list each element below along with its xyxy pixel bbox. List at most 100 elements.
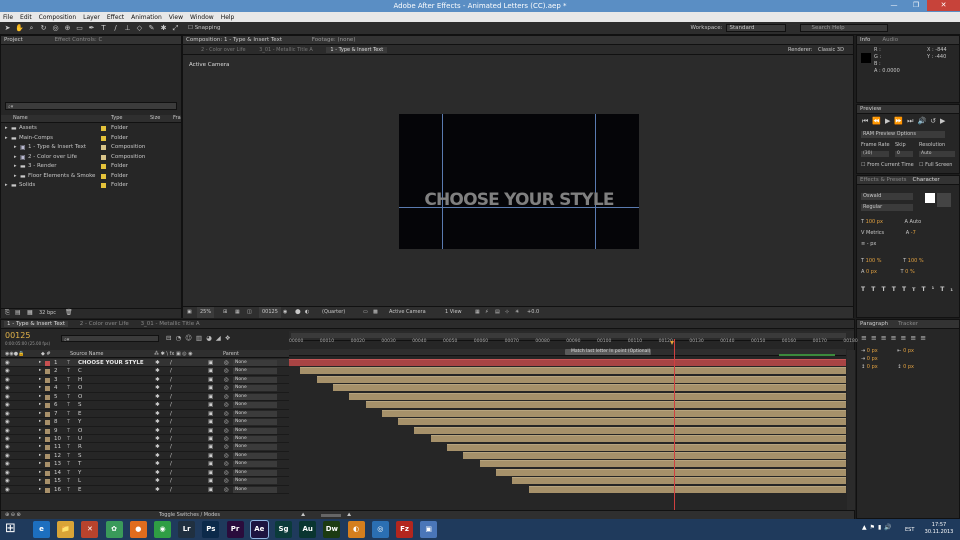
layer-duration-bar[interactable] <box>495 468 846 476</box>
layer-label-color[interactable] <box>45 411 50 417</box>
layer-row[interactable]: ◉ ▸ 15 T L ✱ / ▣ ◎ None <box>1 477 289 486</box>
tools-icon[interactable]: ✕ <box>81 521 99 538</box>
zoom-tool-icon[interactable]: ⌕ <box>27 24 36 33</box>
layer-duration-bar[interactable] <box>463 451 846 459</box>
twirl-icon[interactable]: ▸ <box>39 460 41 468</box>
layer-row[interactable]: ◉ ▸ 4 T O ✱ / ▣ ◎ None <box>1 384 289 393</box>
quality-icon[interactable]: / <box>170 418 172 426</box>
collapse-icon[interactable]: ✱ <box>155 460 160 468</box>
pick-whip-icon[interactable]: ◎ <box>224 418 229 426</box>
timeline-tab-type-insert[interactable]: 1 - Type & Insert Text <box>4 321 69 327</box>
snapshot-icon[interactable]: ◫ <box>247 307 252 318</box>
space-before-value[interactable]: 0 px <box>867 364 878 370</box>
motion-blur-icon[interactable]: ◕ <box>206 334 216 342</box>
layer-duration-bar[interactable] <box>398 418 846 426</box>
layer-duration-bar[interactable] <box>479 460 846 468</box>
column-size[interactable]: Size <box>150 115 160 121</box>
exposure-value[interactable]: +0.0 <box>527 307 539 318</box>
3d-layer-icon[interactable]: ▣ <box>208 384 213 392</box>
quality-icon[interactable]: / <box>170 367 172 375</box>
bold-button[interactable]: T <box>861 286 871 293</box>
pen-tool-icon[interactable]: ✒ <box>87 24 96 33</box>
twirl-icon[interactable]: ▸ <box>39 435 41 443</box>
twirl-icon[interactable]: ▸ <box>39 384 41 392</box>
quality-icon[interactable]: / <box>170 477 172 485</box>
visibility-icon[interactable]: ◉ <box>5 384 10 392</box>
project-item[interactable]: ▸ ▬ Solids Folder <box>1 181 181 191</box>
superscript-button[interactable]: T¹ <box>922 286 941 293</box>
frame-rate-select[interactable]: (30) <box>861 151 889 157</box>
label-color[interactable] <box>101 135 106 141</box>
timeline-search-input[interactable]: ⌕▾ <box>61 335 159 343</box>
parent-select[interactable]: None <box>233 427 277 434</box>
vertical-scale-value[interactable]: 100 % <box>866 258 882 264</box>
chrome-icon[interactable]: ◉ <box>154 521 171 538</box>
camera-tool-icon[interactable]: ◎ <box>51 24 60 33</box>
parent-select[interactable]: None <box>233 435 277 442</box>
flowchart-icon[interactable]: ⊹ <box>505 307 509 318</box>
volume-icon[interactable]: 🔊 <box>884 524 894 531</box>
visibility-icon[interactable]: ◉ <box>5 435 10 443</box>
menu-file[interactable]: File <box>3 14 13 21</box>
layer-label-color[interactable] <box>45 386 50 392</box>
layer-row[interactable]: ◉ ▸ 14 T Y ✱ / ▣ ◎ None <box>1 469 289 478</box>
visibility-icon[interactable]: ◉ <box>5 359 10 367</box>
time-ruler[interactable]: 00000 00010 00020 00030 00040 00050 00060 00070… <box>289 339 858 349</box>
quality-icon[interactable]: / <box>170 435 172 443</box>
justify-left-icon[interactable]: ≡ <box>891 334 901 342</box>
quality-icon[interactable]: / <box>170 452 172 460</box>
skip-input[interactable]: 0 <box>895 151 913 157</box>
interpret-footage-icon[interactable]: ⎘ <box>5 309 10 317</box>
parent-header[interactable]: Parent <box>223 350 239 358</box>
pick-whip-icon[interactable]: ◎ <box>224 401 229 409</box>
3d-layer-icon[interactable]: ▣ <box>208 418 213 426</box>
justify-center-icon[interactable]: ≡ <box>901 334 911 342</box>
parent-select[interactable]: None <box>233 368 277 375</box>
visibility-icon[interactable]: ◉ <box>5 427 10 435</box>
layer-duration-bar[interactable] <box>365 401 846 409</box>
space-after-value[interactable]: 0 px <box>903 364 914 370</box>
draft-3d-icon[interactable]: ◔ <box>175 334 185 342</box>
timecode-display[interactable]: 00125 <box>259 307 281 318</box>
ram-preview-icon[interactable]: ▶ <box>940 117 949 125</box>
layer-row[interactable]: ◉ ▸ 10 T U ✱ / ▣ ◎ None <box>1 435 289 444</box>
safe-zones-icon[interactable]: ⊞ <box>223 307 227 318</box>
collapse-icon[interactable]: ✱ <box>155 401 160 409</box>
pick-whip-icon[interactable]: ◎ <box>224 486 229 494</box>
layer-duration-bar[interactable] <box>316 375 846 383</box>
align-left-icon[interactable]: ≡ <box>861 334 871 342</box>
prev-frame-icon[interactable]: ⏪ <box>872 117 885 125</box>
puppet-tool-icon[interactable]: ✱ <box>159 24 168 33</box>
photoshop-icon[interactable]: Ps <box>202 521 220 538</box>
parent-select[interactable]: None <box>233 402 277 409</box>
collapse-icon[interactable]: ✱ <box>155 376 160 384</box>
3d-layer-icon[interactable]: ▣ <box>208 443 213 451</box>
new-comp-icon[interactable]: ▦ <box>27 309 33 316</box>
full-screen-checkbox[interactable]: ☐ Full Screen <box>919 162 952 168</box>
parent-select[interactable]: None <box>233 393 277 400</box>
zoom-in-icon[interactable]: ⛰ <box>347 511 351 519</box>
app-icon[interactable]: ▣ <box>420 521 438 538</box>
twirl-icon[interactable]: ▸ <box>39 443 41 451</box>
small-caps-button[interactable]: Tт <box>902 286 922 293</box>
preview-tab[interactable]: Preview <box>857 105 959 114</box>
label-color[interactable] <box>101 164 106 169</box>
visibility-icon[interactable]: ◉ <box>5 477 10 485</box>
collapse-icon[interactable]: ✱ <box>155 359 160 367</box>
quality-icon[interactable]: / <box>170 460 172 468</box>
effects-presets-tab[interactable]: Effects & Presets <box>860 177 907 183</box>
collapse-icon[interactable]: ✱ <box>155 452 160 460</box>
layer-duration-bar[interactable] <box>447 443 846 451</box>
quality-icon[interactable]: / <box>170 401 172 409</box>
pick-whip-icon[interactable]: ◎ <box>224 469 229 477</box>
3d-layer-icon[interactable]: ▣ <box>208 359 213 367</box>
twirl-icon[interactable]: ▸ <box>39 393 41 401</box>
indent-right-value[interactable]: 0 px <box>903 348 914 354</box>
visibility-icon[interactable]: ◉ <box>5 486 10 494</box>
justify-right-icon[interactable]: ≡ <box>910 334 920 342</box>
project-item[interactable]: ▸ ▣ 2 - Color over Life Composition <box>1 153 181 163</box>
eraser-tool-icon[interactable]: ◇ <box>135 24 144 33</box>
expand-arrow-icon[interactable]: ▸ <box>14 143 17 153</box>
clock[interactable]: 17:57 30.11.2013 <box>924 522 954 536</box>
type-tool-icon[interactable]: T <box>99 24 108 33</box>
